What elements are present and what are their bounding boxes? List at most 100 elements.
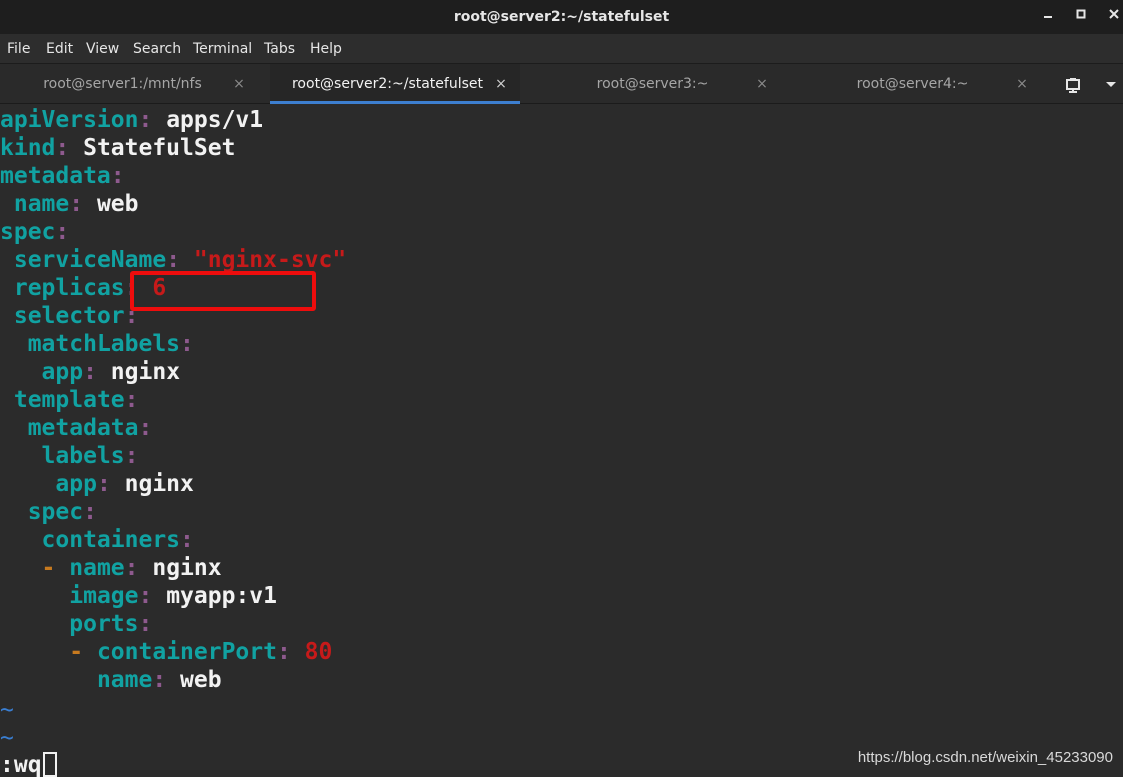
tab-server1[interactable]: root@server1:/mnt/nfs × [0, 64, 260, 104]
yaml-key: image [69, 583, 139, 609]
yaml-line: labels: [0, 442, 139, 470]
yaml-line: selector: [0, 302, 139, 330]
yaml-line: name: web [0, 190, 139, 218]
yaml-number: 80 [290, 639, 333, 665]
tab-server4[interactable]: root@server4:~ × [785, 64, 1040, 104]
highlight-annotation-box [130, 271, 316, 311]
yaml-line: name: web [0, 666, 222, 694]
yaml-line: metadata: [0, 162, 125, 190]
yaml-line: - containerPort: 80 [0, 638, 332, 666]
yaml-colon: : [138, 415, 153, 441]
terminal-view[interactable]: apiVersion: apps/v1 kind: StatefulSet me… [0, 104, 1123, 777]
yaml-colon: : [276, 639, 291, 665]
yaml-indent [0, 247, 14, 273]
menu-terminal[interactable]: Terminal [193, 34, 252, 64]
yaml-colon: : [83, 359, 97, 385]
yaml-line: spec: [0, 498, 97, 526]
close-icon [1109, 9, 1119, 19]
tab-menu-button[interactable] [1100, 64, 1122, 104]
yaml-key: matchLabels [27, 331, 181, 357]
tab-close-icon[interactable]: × [753, 64, 771, 104]
yaml-value: nginx [96, 359, 181, 385]
maximize-button[interactable] [1066, 0, 1096, 34]
yaml-line: template: [0, 386, 139, 414]
yaml-value: nginx [110, 471, 194, 497]
yaml-key: containers [41, 527, 181, 553]
yaml-colon: : [96, 471, 111, 497]
yaml-colon: : [55, 135, 70, 161]
yaml-colon: : [124, 387, 139, 413]
menu-edit[interactable]: Edit [46, 34, 73, 64]
empty-line-tilde: ~ [0, 725, 14, 751]
minimize-button[interactable] [1033, 0, 1063, 34]
yaml-indent [0, 583, 69, 609]
menu-file[interactable]: File [7, 34, 30, 64]
yaml-indent [0, 443, 42, 469]
vim-command-line[interactable]: :wq [0, 751, 42, 777]
tab-close-icon[interactable]: × [230, 64, 248, 104]
yaml-key: name [13, 191, 70, 217]
yaml-key: app [41, 359, 84, 385]
yaml-colon: : [152, 667, 167, 693]
yaml-indent [0, 667, 97, 693]
yaml-string: "nginx-svc" [180, 247, 347, 273]
yaml-line: kind: StatefulSet [0, 134, 235, 162]
yaml-key: metadata [27, 415, 139, 441]
yaml-key: name [96, 667, 153, 693]
yaml-indent [0, 415, 28, 441]
yaml-indent [0, 331, 28, 357]
yaml-line: app: nginx [0, 470, 194, 498]
window-title: root@server2:~/statefulset [453, 9, 670, 25]
yaml-line: ports: [0, 610, 152, 638]
tab-close-icon[interactable]: × [492, 64, 510, 104]
menu-help[interactable]: Help [310, 34, 342, 64]
yaml-key: kind [0, 135, 56, 161]
yaml-key: spec [27, 499, 84, 525]
yaml-indent [0, 387, 14, 413]
tab-close-icon[interactable]: × [1013, 64, 1031, 104]
tab-server2[interactable]: root@server2:~/statefulset × [270, 64, 520, 104]
text-cursor [43, 752, 57, 777]
yaml-line: - name: nginx [0, 554, 222, 582]
yaml-colon: : [110, 163, 125, 189]
window-titlebar: root@server2:~/statefulset [0, 0, 1123, 34]
yaml-key: labels [41, 443, 125, 469]
tab-label: root@server4:~ [856, 76, 969, 92]
yaml-colon: : [124, 443, 139, 469]
yaml-key: apiVersion [0, 107, 139, 133]
yaml-indent [0, 359, 42, 385]
yaml-colon: : [138, 583, 153, 609]
yaml-indent [0, 555, 42, 581]
watermark: https://blog.csdn.net/weixin_45233090 [857, 749, 1113, 766]
yaml-key: replicas [13, 275, 125, 301]
tab-server3[interactable]: root@server3:~ × [525, 64, 780, 104]
yaml-indent [0, 499, 28, 525]
yaml-line: containers: [0, 526, 194, 554]
yaml-key: spec [0, 219, 56, 245]
yaml-line: apiVersion: apps/v1 [0, 106, 263, 134]
menu-search[interactable]: Search [133, 34, 181, 64]
yaml-key: selector [13, 303, 125, 329]
yaml-indent [0, 611, 69, 637]
yaml-indent [0, 471, 55, 497]
yaml-line: app: nginx [0, 358, 181, 386]
yaml-colon: : [180, 527, 194, 553]
close-window-button[interactable] [1099, 0, 1123, 34]
yaml-colon: : [138, 611, 153, 637]
menu-view[interactable]: View [86, 34, 119, 64]
yaml-dash: - [69, 639, 97, 665]
yaml-value: nginx [138, 555, 222, 581]
yaml-key: serviceName [13, 247, 167, 273]
yaml-colon: : [124, 555, 139, 581]
minimize-icon [1044, 16, 1052, 18]
yaml-key: ports [69, 611, 139, 637]
tab-label: root@server1:/mnt/nfs [43, 76, 202, 92]
yaml-indent [0, 639, 69, 665]
yaml-value: apps/v1 [152, 107, 264, 133]
yaml-line: serviceName: "nginx-svc" [0, 246, 346, 274]
new-tab-button[interactable] [1060, 64, 1086, 104]
menu-tabs[interactable]: Tabs [264, 34, 295, 64]
yaml-key: metadata [0, 163, 111, 189]
yaml-key: containerPort [96, 639, 277, 665]
yaml-colon: : [180, 331, 194, 357]
